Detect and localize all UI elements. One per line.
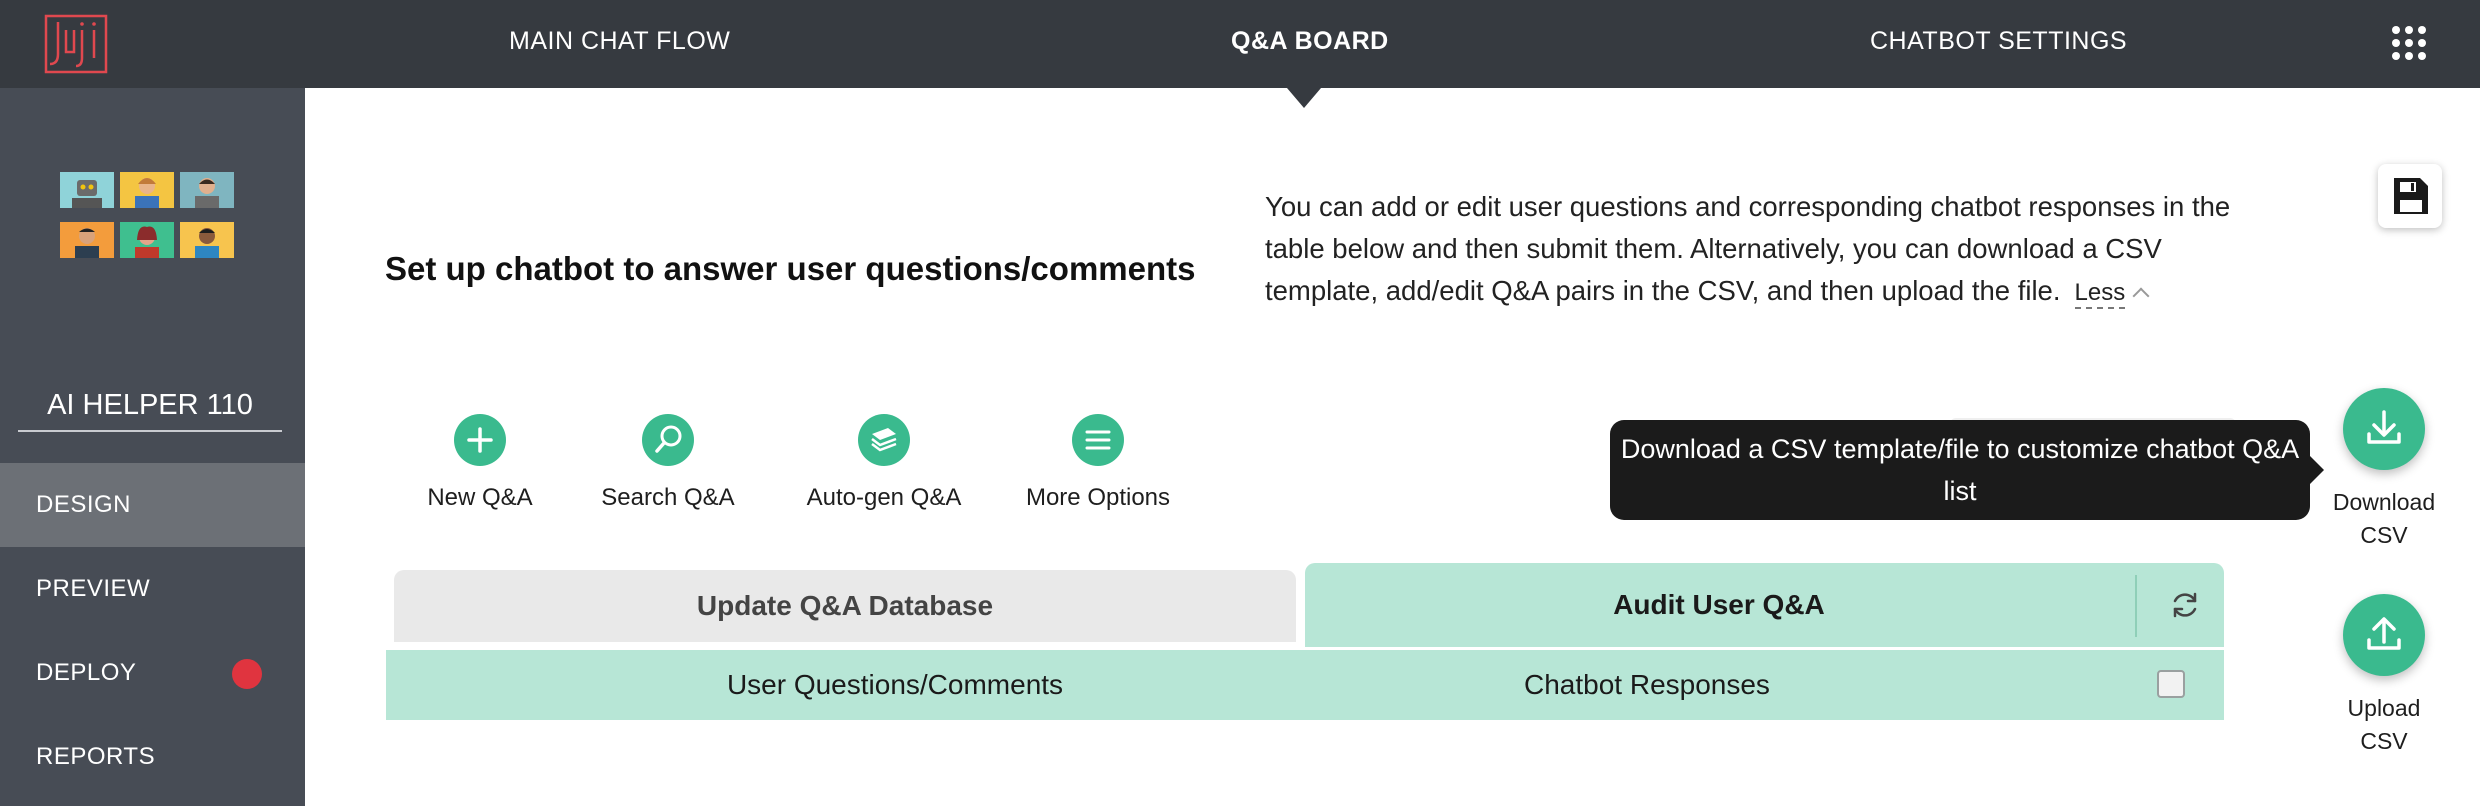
deploy-status-badge [232, 659, 262, 689]
stack-icon [858, 414, 910, 466]
chevron-up-icon[interactable] [2132, 287, 2150, 305]
chatbot-avatar-grid [60, 172, 234, 258]
page-heading: Set up chatbot to answer user questions/… [385, 250, 1196, 287]
download-csv-button[interactable] [2343, 388, 2425, 470]
person-avatar-icon [120, 222, 174, 258]
upload-csv-button[interactable] [2343, 594, 2425, 676]
download-icon [2367, 410, 2401, 444]
new-qa-button[interactable]: New Q&A [415, 414, 545, 512]
nav-chatbot-settings[interactable]: CHATBOT SETTINGS [1870, 0, 2127, 88]
juji-logo[interactable] [44, 14, 108, 74]
person-avatar-icon [60, 222, 114, 258]
download-csv-tooltip: Download a CSV template/file to customiz… [1610, 420, 2324, 520]
upload-csv-label-line1: Upload [2347, 695, 2421, 721]
person-avatar-icon [120, 172, 174, 208]
new-qa-label: New Q&A [427, 484, 533, 511]
page-description: You can add or edit user questions and c… [1265, 186, 2250, 312]
nav-qa-board[interactable]: Q&A BOARD [1231, 0, 1389, 88]
sidebar: AI HELPER 110 DESIGN PREVIEW DEPLOY REPO… [0, 88, 305, 806]
tab-audit-user-qa[interactable]: Audit User Q&A [1305, 563, 2224, 647]
apps-grid-icon[interactable] [2392, 26, 2426, 60]
robot-avatar-icon [60, 172, 114, 208]
tooltip-text: Download a CSV template/file to customiz… [1620, 434, 2300, 506]
person-avatar-icon [180, 172, 234, 208]
upload-csv-label-line2: CSV [2360, 728, 2408, 754]
download-csv-label-line2: CSV [2360, 522, 2408, 548]
search-icon [642, 414, 694, 466]
search-qa-label: Search Q&A [601, 484, 735, 511]
nav-main-chat-flow[interactable]: MAIN CHAT FLOW [509, 0, 730, 88]
column-user-questions: User Questions/Comments [726, 669, 1064, 700]
bot-name[interactable]: AI HELPER 110 [18, 380, 282, 432]
sidebar-item-preview[interactable]: PREVIEW [0, 547, 305, 631]
tab-divider [2135, 575, 2137, 637]
search-qa-button[interactable]: Search Q&A [593, 414, 743, 512]
sidebar-item-reports[interactable]: REPORTS [0, 715, 305, 799]
upload-csv-label: Upload CSV [2314, 692, 2454, 758]
plus-icon [454, 414, 506, 466]
auto-gen-qa-button[interactable]: Auto-gen Q&A [794, 414, 974, 512]
top-navigation-bar: MAIN CHAT FLOW Q&A BOARD CHATBOT SETTING… [0, 0, 2480, 88]
person-avatar-icon [180, 222, 234, 258]
more-options-label: More Options [1025, 484, 1171, 511]
sidebar-item-deploy[interactable]: DEPLOY [0, 631, 305, 715]
tab-audit-label: Audit User Q&A [1613, 589, 1825, 620]
refresh-icon[interactable] [2167, 587, 2203, 623]
auto-gen-qa-label: Auto-gen Q&A [806, 484, 962, 511]
download-csv-label-line1: Download [2332, 489, 2436, 515]
download-csv-label: Download CSV [2314, 486, 2454, 552]
upload-icon [2367, 617, 2401, 650]
tab-update-qa-database[interactable]: Update Q&A Database [394, 570, 1296, 642]
more-options-button[interactable]: More Options [1012, 414, 1184, 512]
less-toggle-link[interactable]: Less [2074, 279, 2126, 309]
save-button[interactable] [2378, 164, 2442, 228]
qa-table-header: User Questions/Comments Chatbot Response… [386, 650, 2224, 720]
select-all-checkbox[interactable] [2157, 670, 2185, 698]
menu-icon [1072, 414, 1124, 466]
active-tab-pointer [1287, 88, 1321, 108]
floppy-disk-icon [2394, 178, 2428, 214]
sidebar-item-design[interactable]: DESIGN [0, 463, 305, 547]
tooltip-arrow [2310, 456, 2324, 484]
sidebar-item-label: DEPLOY [36, 659, 137, 686]
